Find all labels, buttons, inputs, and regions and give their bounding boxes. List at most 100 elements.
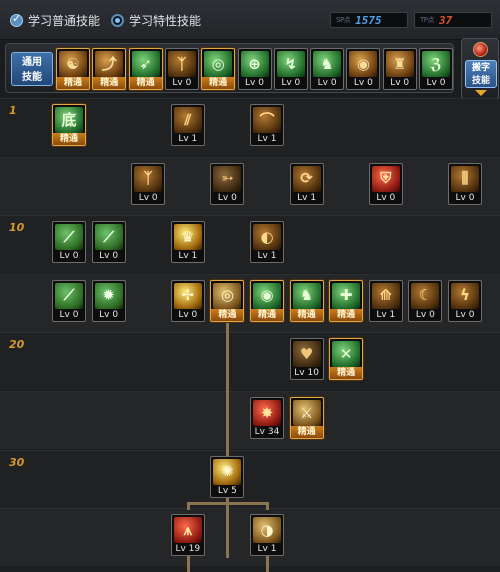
long-sword-icon: ⟋	[55, 282, 83, 309]
orb-icon: ◉	[349, 51, 378, 77]
skill-slot[interactable]: 底精通	[52, 104, 86, 146]
skill-slot[interactable]: ✕ 精通	[329, 338, 364, 381]
learn-special-skills-option[interactable]: 学习特性技能	[111, 12, 201, 28]
skill-slot[interactable]: ϟ Lv 0	[448, 279, 482, 322]
skill-slot[interactable]: ♞ Lv 0	[310, 48, 345, 90]
skill-level: Lv 19	[175, 544, 201, 555]
skill-level: Lv 1	[178, 251, 198, 262]
skill-slot[interactable]: ⟋ Lv 0	[52, 279, 86, 322]
red-burst-icon: ✸	[253, 400, 281, 426]
crown-flame-icon: ♛	[173, 224, 202, 251]
skill-slot[interactable]: ◎ 精通	[201, 48, 236, 90]
skill-slot[interactable]: ➶ 精通	[128, 48, 163, 90]
skill-slot[interactable]: ⟋ Lv 0	[52, 221, 86, 264]
skill-slot[interactable]: ◉ 精通	[250, 279, 284, 322]
radio-unchecked-icon	[111, 13, 124, 27]
skill-slot[interactable]: ✚ 精通	[329, 279, 364, 322]
fire-wave-icon: ⩚	[173, 517, 202, 544]
sp-value: 1575	[355, 13, 382, 27]
green-sword-icon: ⟋	[94, 224, 123, 251]
sp-points-display: SP点 1575	[330, 12, 408, 28]
skill-slot[interactable]: ℨ Lv 0	[419, 48, 453, 90]
quick-rebound-icon: ⤴	[95, 51, 124, 77]
tree-connector-line	[187, 502, 228, 506]
mastered-badge: 精通	[53, 133, 85, 145]
skill-slot[interactable]: ᛉ Lv 0	[131, 162, 166, 205]
common-skills-tab[interactable]: 通用 技能	[11, 52, 53, 86]
skill-level: Lv 10	[294, 368, 319, 379]
skill-level: Lv 0	[455, 192, 475, 203]
skill-slot[interactable]: ✺ Lv 5	[210, 455, 245, 498]
skill-slot[interactable]: ✢ Lv 0	[170, 279, 205, 322]
level-requirement-label: 10	[9, 221, 25, 235]
skill-slot[interactable]: ⌒ Lv 1	[250, 104, 284, 146]
chevron-down-icon[interactable]	[475, 90, 487, 96]
heart-shield-icon: ♥	[292, 341, 321, 368]
tree-row	[0, 332, 500, 391]
aim-icon: ◎	[204, 51, 233, 77]
tp-value: 37	[439, 13, 453, 27]
mastered-badge: 精通	[330, 367, 363, 380]
skill-slot[interactable]: ♞ 精通	[289, 279, 324, 322]
skill-slot[interactable]: ⚔ 精通	[289, 397, 324, 439]
special-skills-label-line2: 技能	[471, 76, 490, 86]
skill-slot[interactable]: ☯ 精通	[56, 48, 90, 90]
skill-tree: 1 10 20 30 底精通 ⫽ Lv 1 ⌒ Lv 1 ᛉ Lv 0 ➳ Lv 0 ⟳ Lv 1 ⛨ Lv 0…	[0, 98, 500, 572]
tree-row	[0, 156, 500, 215]
skill-slot[interactable]: ↯ Lv 0	[273, 48, 308, 90]
skill-slot[interactable]: ☾ Lv 0	[408, 279, 443, 322]
skill-slot[interactable]: ⫼ Lv 0	[448, 162, 482, 205]
skill-slot[interactable]: ᛉ Lv 0	[164, 48, 199, 90]
skill-slot[interactable]: ➳ Lv 0	[210, 162, 245, 205]
learn-common-skills-option[interactable]: 学习普通技能	[10, 12, 100, 28]
skill-level: Lv 34	[254, 427, 280, 437]
level-requirement-label: 30	[9, 455, 25, 469]
skill-level: Lv 1	[297, 192, 317, 203]
skill-slot[interactable]: ◐ Lv 1	[250, 221, 284, 264]
skill-level: Lv 0	[415, 309, 435, 320]
base-skill-icon: 底	[55, 107, 83, 133]
mastered-badge: 精通	[202, 77, 235, 89]
skill-slot[interactable]: ⤴ 精通	[92, 48, 127, 90]
skill-slot[interactable]: ⟋ Lv 0	[91, 221, 126, 264]
burst-star-icon: ✹	[94, 282, 123, 309]
skill-level: Lv 0	[99, 309, 119, 320]
skill-slot[interactable]: ◑ Lv 1	[250, 514, 284, 557]
level-requirement-label: 1	[9, 104, 17, 117]
leap-icon: ↯	[276, 51, 305, 77]
skill-slot[interactable]: ◉ Lv 0	[346, 48, 381, 90]
golden-strike-icon: ⚔	[292, 400, 321, 426]
skill-slot[interactable]: ◎ 精通	[210, 279, 245, 322]
tree-connector-line	[226, 321, 230, 456]
skill-slot[interactable]: ⟳ Lv 1	[289, 162, 324, 205]
spin-slash-icon: ⟳	[292, 165, 321, 192]
skill-level: Lv 0	[376, 192, 396, 203]
learn-special-skills-label: 学习特性技能	[129, 13, 202, 28]
skill-slot[interactable]: ♜ Lv 0	[382, 48, 417, 90]
green-eye-icon: ◉	[253, 282, 281, 309]
skill-level: Lv 0	[217, 192, 237, 203]
red-orb-icon	[473, 42, 488, 57]
claw-strike-icon: ⫽	[173, 107, 202, 133]
skill-slot[interactable]: ♛ Lv 1	[170, 221, 205, 264]
wing-burst-icon: ᛉ	[134, 165, 163, 192]
skill-slot[interactable]: ⩚ Lv 19	[170, 514, 205, 557]
skill-slot[interactable]: ♥ Lv 10	[289, 338, 324, 381]
skill-slot[interactable]: ✸ Lv 34	[250, 397, 284, 439]
green-blade-icon: ⟋	[55, 224, 83, 251]
skill-level: Lv 0	[59, 251, 79, 262]
explosion-icon: ✺	[213, 458, 242, 485]
skill-slot[interactable]: ✹ Lv 0	[91, 279, 126, 322]
mastered-badge: 精通	[290, 426, 323, 438]
rising-blade-icon: ⟰	[371, 282, 400, 309]
crouch-icon: ♞	[313, 51, 342, 77]
mastered-badge: 精通	[330, 308, 363, 321]
skill-level: Lv 5	[217, 485, 237, 496]
skill-slot[interactable]: ⛨ Lv 0	[368, 162, 403, 205]
skill-slot[interactable]: ⊕ Lv 0	[237, 48, 272, 90]
mastered-badge: 精通	[129, 77, 162, 89]
skill-slot[interactable]: ⫽ Lv 1	[170, 104, 205, 146]
special-skills-button[interactable]: 搬字 技能	[461, 38, 499, 100]
skill-slot[interactable]: ⟰ Lv 1	[368, 279, 403, 322]
shield-icon: ⛨	[371, 165, 400, 192]
